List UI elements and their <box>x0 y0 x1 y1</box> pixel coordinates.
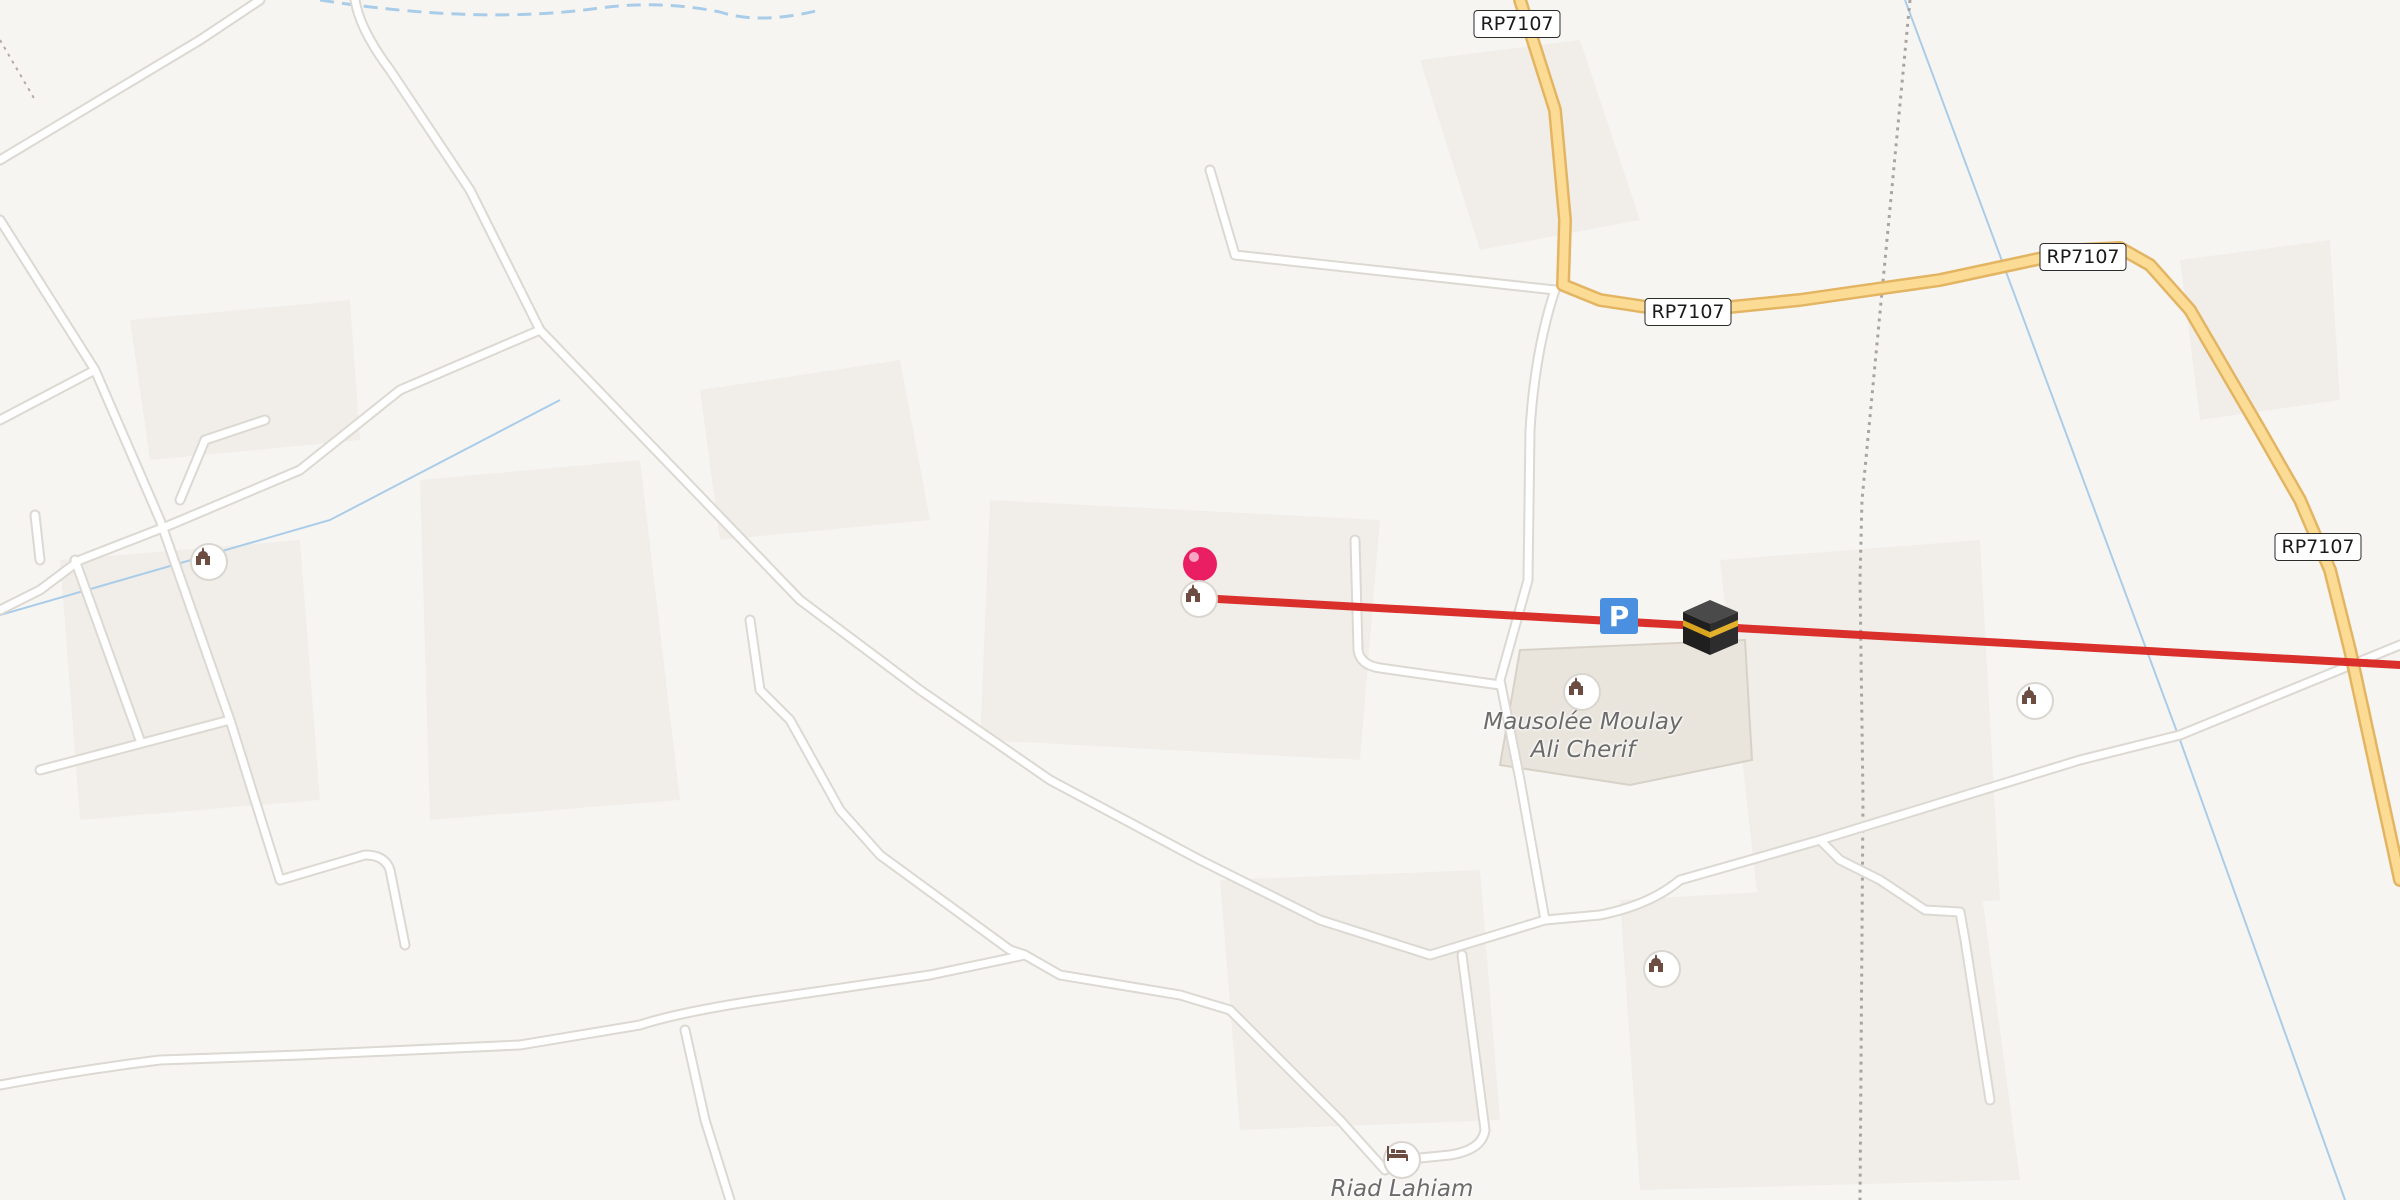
bed-glyph <box>1387 1146 1408 1161</box>
map-canvas[interactable]: RP7107 RP7107 RP7107 RP7107 Mausolée Mou… <box>0 0 2400 1200</box>
parking-icon[interactable]: P <box>1600 598 1638 634</box>
road-shield-rp7107: RP7107 <box>1644 298 1732 326</box>
mosque-glyph <box>1186 584 1200 602</box>
place-label-line: Mausolée Moulay <box>1483 709 1683 735</box>
place-label-line: Ali Cherif <box>1530 737 1636 763</box>
mosque-icon[interactable] <box>1563 673 1601 711</box>
mosque-icon[interactable] <box>1643 950 1681 988</box>
place-label-mausoleum[interactable]: Mausolée Moulay Ali Cherif <box>1483 708 1682 764</box>
bed-icon[interactable] <box>1383 1141 1421 1179</box>
road-shield-rp7107: RP7107 <box>1473 10 1561 38</box>
mosque-glyph <box>1649 954 1663 972</box>
mosque-icon[interactable] <box>1180 580 1218 618</box>
road-shield-rp7107: RP7107 <box>2274 533 2362 561</box>
mosque-icon[interactable] <box>190 543 228 581</box>
mosque-glyph <box>196 547 210 565</box>
path-track <box>0 39 36 101</box>
mosque-glyph <box>2022 686 2036 704</box>
mosque-icon[interactable] <box>2016 682 2054 720</box>
mosque-glyph <box>1569 677 1583 695</box>
road-shield-rp7107: RP7107 <box>2039 243 2127 271</box>
